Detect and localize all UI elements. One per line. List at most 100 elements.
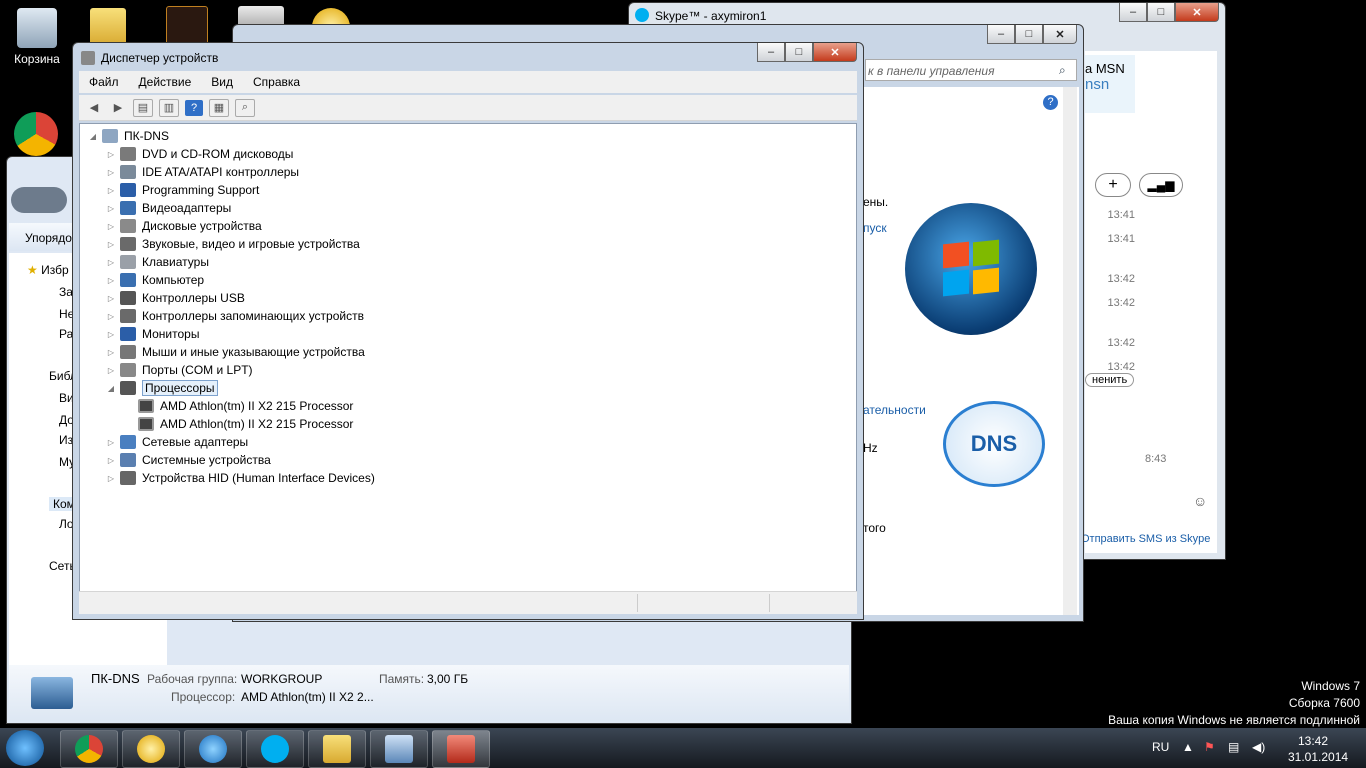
expand-icon[interactable]: ▷ [106,294,116,303]
help-icon[interactable]: ? [185,99,203,116]
close-button[interactable]: ✕ [813,43,857,62]
send-button[interactable]: ненить [1085,373,1135,387]
expand-icon[interactable]: ▷ [106,240,116,249]
tree-category[interactable]: ▷ Контроллеры запоминающих устройств [106,307,364,325]
taskbar-control-panel[interactable] [370,730,428,768]
taskbar-explorer[interactable] [308,730,366,768]
nav-item-favorites[interactable]: ★ Избр [27,263,69,277]
expand-icon[interactable]: ▷ [106,330,116,339]
tree-category[interactable]: ▷ Звуковые, видео и игровые устройства [106,235,360,253]
recycle-bin-desktop-icon[interactable]: Корзина [2,8,72,66]
tree-category[interactable]: ▷ Порты (COM и LPT) [106,361,253,379]
device-category-icon [120,273,136,287]
expand-icon[interactable]: ▷ [106,276,116,285]
tree-category[interactable]: ▷ Контроллеры USB [106,289,245,307]
expand-icon[interactable]: ▷ [106,222,116,231]
taskbar-skype[interactable] [246,730,304,768]
search-icon[interactable]: ⌕ [1059,63,1066,78]
view-icon[interactable]: ▦ [209,98,229,117]
cp-search-input[interactable]: к в панели управления [865,59,1077,81]
folder-desktop-icon[interactable] [90,8,126,46]
maximize-button[interactable]: □ [1015,25,1043,44]
processor-icon [138,399,154,413]
device-category-icon [120,291,136,305]
taskbar-device-manager[interactable] [432,730,490,768]
device-category-icon [120,219,136,233]
organize-button[interactable]: Упорядо [25,231,72,245]
expand-icon[interactable]: ▷ [106,258,116,267]
tree-category[interactable]: ▷ Клавиатуры [106,253,209,271]
tree-device-processor[interactable]: AMD Athlon(tm) II X2 215 Processor [138,397,353,415]
start-button[interactable] [6,730,44,766]
tree-category[interactable]: ▷ IDE ATA/ATAPI контроллеры [106,163,299,181]
tree-root[interactable]: ◢ ПК-DNS [88,127,169,145]
expand-icon[interactable]: ▷ [106,204,116,213]
forward-arrow-icon[interactable]: ▶ [109,100,127,116]
tree-device-processor[interactable]: AMD Athlon(tm) II X2 215 Processor [138,415,353,433]
show-hidden-icons[interactable]: ▲ [1182,740,1194,754]
signal-button[interactable]: ▂▄▆ [1139,173,1183,197]
close-button[interactable]: ✕ [1175,3,1219,22]
emoticon-icon[interactable]: ☺ [1193,493,1207,509]
network-icon[interactable]: ▤ [1228,740,1239,754]
volume-icon[interactable]: ◀) [1252,740,1265,754]
expand-icon[interactable]: ▷ [106,186,116,195]
expand-icon[interactable]: ▷ [106,438,116,447]
tree-category[interactable]: ▷ DVD и CD-ROM дисководы [106,145,293,163]
menu-help[interactable]: Справка [243,75,310,89]
category-label: DVD и CD-ROM дисководы [142,147,294,161]
language-indicator[interactable]: RU [1152,740,1169,754]
tree-category[interactable]: ▷ Сетевые адаптеры [106,433,248,451]
cp-link-1[interactable]: пуск [863,221,887,235]
explorer-nav-buttons[interactable] [11,187,67,213]
msn-ad-banner[interactable]: а MSN nsn [1085,55,1135,113]
expand-icon[interactable]: ▷ [106,348,116,357]
cp-link-2[interactable]: ательности [863,403,926,417]
menu-action[interactable]: Действие [129,75,202,89]
menu-view[interactable]: Вид [201,75,243,89]
expand-icon[interactable]: ▷ [106,168,116,177]
tree-category[interactable]: ▷ Мониторы [106,325,199,343]
properties-icon[interactable]: ▥ [159,98,179,117]
action-center-icon[interactable]: ⚑ [1204,740,1215,754]
cp-scrollbar[interactable] [1063,87,1077,615]
collapse-icon[interactable]: ◢ [88,132,98,141]
tree-category[interactable]: ▷ Дисковые устройства [106,217,262,235]
expand-icon[interactable]: ▷ [106,150,116,159]
tree-category[interactable]: ▷ Устройства HID (Human Interface Devices… [106,469,375,487]
chrome-desktop-icon[interactable] [14,112,58,156]
show-hide-tree-icon[interactable]: ▤ [133,98,153,117]
expand-icon[interactable]: ▷ [106,312,116,321]
maximize-button[interactable]: □ [1147,3,1175,22]
minimize-button[interactable]: – [1119,3,1147,22]
tree-category[interactable]: ▷ Системные устройства [106,451,271,469]
tree-category[interactable]: ▷ Мыши и иные указывающие устройства [106,343,365,361]
expand-icon[interactable]: ▷ [106,366,116,375]
sms-link[interactable]: Отправить SMS из Skype [1081,533,1210,545]
nav-item-1[interactable]: За [59,285,73,299]
taskbar-ie[interactable] [184,730,242,768]
taskbar-mail[interactable] [122,730,180,768]
tree-category[interactable]: ▷ Programming Support [106,181,259,199]
scan-hardware-icon[interactable]: ⌕ [235,98,255,117]
help-icon[interactable]: ? [1043,95,1058,110]
skype-icon [261,735,289,763]
clock-time[interactable]: 13:42 [1298,734,1328,748]
clock-date[interactable]: 31.01.2014 [1288,750,1348,764]
device-category-icon [120,147,136,161]
minimize-button[interactable]: – [987,25,1015,44]
menu-file[interactable]: Файл [79,75,129,89]
expand-icon[interactable]: ▷ [106,456,116,465]
add-contact-button[interactable]: + [1095,173,1131,197]
explorer-details-pane: ПК-DNS Рабочая группа: WORKGROUP Память:… [9,665,849,721]
tree-category-processors[interactable]: ◢ Процессоры [106,379,218,397]
minimize-button[interactable]: – [757,43,785,62]
close-button[interactable]: ✕ [1043,25,1077,44]
expand-icon[interactable]: ▷ [106,474,116,483]
taskbar-chrome[interactable] [60,730,118,768]
tree-category[interactable]: ▷ Компьютер [106,271,204,289]
collapse-icon[interactable]: ◢ [106,384,116,393]
tree-category[interactable]: ▷ Видеоадаптеры [106,199,231,217]
maximize-button[interactable]: □ [785,43,813,62]
back-arrow-icon[interactable]: ◀ [85,100,103,116]
